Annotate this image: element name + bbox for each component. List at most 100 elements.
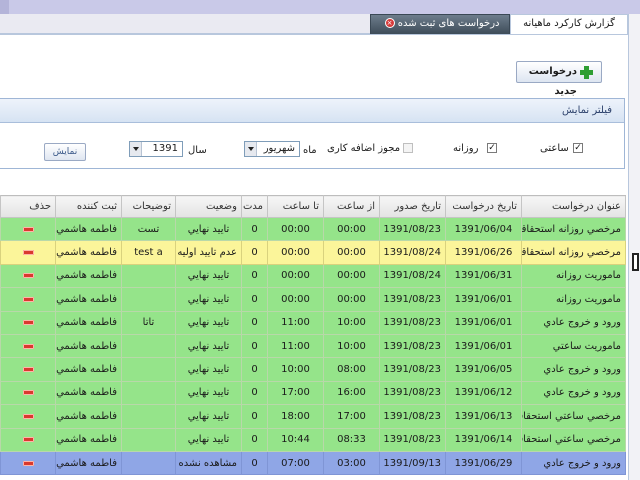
col-header-registrar[interactable]: ثبت کننده xyxy=(55,195,122,218)
table-row[interactable]: ماموريت روزانه 1391/06/01 1391/08/23 00:00 0… xyxy=(0,287,626,312)
delete-icon[interactable] xyxy=(22,250,34,256)
delete-icon[interactable] xyxy=(22,460,34,466)
cell-registrar: فاطمه هاشمي xyxy=(55,404,122,429)
col-header-duration[interactable]: مدت xyxy=(241,195,268,218)
cell-issue-date: 1391/08/23 xyxy=(379,380,446,406)
cell-delete xyxy=(0,450,56,476)
col-header-to-hour[interactable]: تا ساعت xyxy=(267,195,324,218)
cell-to-hour: 10:00 xyxy=(267,357,324,382)
cell-request-date: 1391/06/14 xyxy=(445,427,522,452)
cell-request-date: 1391/06/31 xyxy=(445,263,522,289)
table-row[interactable]: مرخصي روزانه استحقاقي 1391/06/04 1391/08/2… xyxy=(0,216,626,242)
col-header-title[interactable]: عنوان درخواست xyxy=(521,195,626,218)
filter-panel: فیلتر نمایش ✓ ساعتی ✓ روزانه مجوز اضافه … xyxy=(0,98,625,169)
cell-title: ورود و خروج عادي xyxy=(521,450,626,476)
cell-from-hour: 17:00 xyxy=(323,404,380,429)
tab-registered-requests[interactable]: درخواست های ثبت شده × xyxy=(370,14,510,34)
delete-icon[interactable] xyxy=(22,390,34,396)
delete-icon[interactable] xyxy=(22,273,34,279)
daily-checkbox[interactable]: ✓ xyxy=(487,143,497,153)
table-row[interactable]: ورود و خروج عادي 1391/06/05 1391/08/23 08:0… xyxy=(0,357,626,382)
cell-status: تاييد نهايي xyxy=(175,287,242,312)
cell-issue-date: 1391/08/23 xyxy=(379,216,446,242)
cell-issue-date: 1391/08/23 xyxy=(379,310,446,335)
table-row[interactable]: مرخصي روزانه استحقاقي 1391/06/26 1391/08/2… xyxy=(0,240,626,265)
overtime-checkbox[interactable] xyxy=(403,143,413,153)
cell-issue-date: 1391/08/23 xyxy=(379,427,446,452)
hourly-checkbox[interactable]: ✓ xyxy=(573,143,583,153)
year-label: سال xyxy=(188,145,207,156)
cell-title: مرخصي ساعتي استحقاقي xyxy=(521,427,626,452)
cell-delete xyxy=(0,380,56,406)
cell-notes xyxy=(121,450,176,476)
month-select-value: شهریور xyxy=(263,143,295,154)
delete-icon[interactable] xyxy=(22,296,34,302)
cell-request-date: 1391/06/12 xyxy=(445,380,522,406)
cell-issue-date: 1391/08/23 xyxy=(379,333,446,359)
hourly-label: ساعتی xyxy=(540,143,569,154)
splitter-handle[interactable] xyxy=(632,253,639,271)
cell-delete xyxy=(0,357,56,382)
delete-icon[interactable] xyxy=(22,343,34,349)
delete-icon[interactable] xyxy=(22,437,34,443)
table-row[interactable]: ورود و خروج عادي 1391/06/12 1391/08/23 16:0… xyxy=(0,380,626,406)
cell-delete xyxy=(0,263,56,289)
cell-to-hour: 18:00 xyxy=(267,404,324,429)
col-header-notes[interactable]: توضیحات xyxy=(121,195,176,218)
cell-request-date: 1391/06/13 xyxy=(445,404,522,429)
cell-from-hour: 00:00 xyxy=(323,216,380,242)
cell-registrar: فاطمه هاشمي xyxy=(55,240,122,265)
cell-delete xyxy=(0,240,56,265)
grid-header-row: عنوان درخواست تاریخ درخواست تاریخ صدور ا… xyxy=(0,195,626,218)
year-select[interactable]: 1391 xyxy=(129,141,183,157)
cell-notes xyxy=(121,427,176,452)
col-header-issue-date[interactable]: تاریخ صدور xyxy=(379,195,446,218)
overtime-label: مجوز اضافه کاری xyxy=(327,143,401,154)
cell-duration: 0 xyxy=(241,216,268,242)
filter-header: فیلتر نمایش xyxy=(0,99,624,123)
delete-icon[interactable] xyxy=(22,320,34,326)
new-request-button[interactable]: درخواست جدید xyxy=(516,61,602,97)
col-header-request-date[interactable]: تاریخ درخواست xyxy=(445,195,522,218)
cell-to-hour: 00:00 xyxy=(267,216,324,242)
cell-delete xyxy=(0,310,56,335)
cell-registrar: فاطمه هاشمي xyxy=(55,333,122,359)
cell-registrar: فاطمه هاشمي xyxy=(55,380,122,406)
delete-icon[interactable] xyxy=(22,367,34,373)
cell-issue-date: 1391/08/23 xyxy=(379,357,446,382)
col-header-from-hour[interactable]: از ساعت xyxy=(323,195,380,218)
cell-from-hour: 08:33 xyxy=(323,427,380,452)
cell-delete xyxy=(0,404,56,429)
plus-icon xyxy=(580,66,593,79)
cell-notes: تست xyxy=(121,216,176,242)
table-row[interactable]: مرخصي ساعتي استحقاقي1391/06/131391/08/23… xyxy=(0,404,626,429)
table-row[interactable]: ورود و خروج عادي 1391/06/29 1391/09/13 03:0… xyxy=(0,450,626,476)
cell-delete xyxy=(0,287,56,312)
cell-issue-date: 1391/08/24 xyxy=(379,240,446,265)
table-row[interactable]: ورود و خروج عادي 1391/06/01 1391/08/23 10:0… xyxy=(0,310,626,335)
cell-delete xyxy=(0,216,56,242)
cell-title: ورود و خروج عادي xyxy=(521,380,626,406)
cell-to-hour: 00:00 xyxy=(267,240,324,265)
cell-title: ورود و خروج عادي xyxy=(521,310,626,335)
cell-registrar: فاطمه هاشمي xyxy=(55,287,122,312)
close-icon[interactable]: × xyxy=(384,18,395,28)
table-row[interactable]: مرخصي ساعتي استحقاقي1391/06/141391/08/23… xyxy=(0,427,626,452)
month-select[interactable]: شهریور xyxy=(244,141,300,157)
delete-icon[interactable] xyxy=(22,413,34,419)
cell-request-date: 1391/06/29 xyxy=(445,450,522,476)
cell-status: تاييد نهايي xyxy=(175,357,242,382)
cell-status: تاييد نهايي xyxy=(175,333,242,359)
cell-status: تاييد نهايي xyxy=(175,427,242,452)
cell-issue-date: 1391/08/23 xyxy=(379,404,446,429)
table-row[interactable]: ماموريت ساعتي 1391/06/01 1391/08/23 10:00 11… xyxy=(0,333,626,359)
delete-icon[interactable] xyxy=(22,226,34,232)
show-button[interactable]: نمایش xyxy=(44,143,86,161)
tab-monthly-report[interactable]: گزارش کارکرد ماهیانه xyxy=(510,14,628,34)
table-row[interactable]: ماموريت روزانه 1391/06/31 1391/08/24 00:00 0… xyxy=(0,263,626,289)
col-header-status[interactable]: وضعیت xyxy=(175,195,242,218)
cell-from-hour: 10:00 xyxy=(323,333,380,359)
cell-status: تاييد نهايي xyxy=(175,404,242,429)
cell-duration: 0 xyxy=(241,380,268,406)
cell-registrar: فاطمه هاشمي xyxy=(55,310,122,335)
